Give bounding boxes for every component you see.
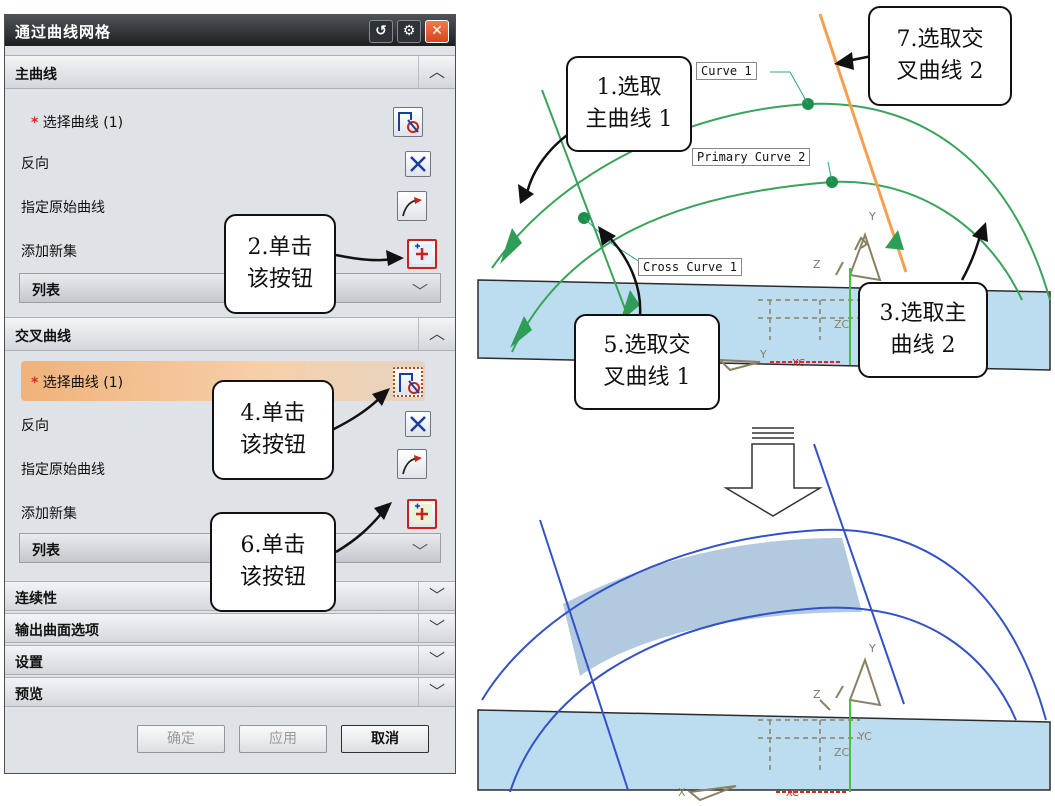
callout-step-7: 7.选取交 叉曲线 2 — [868, 6, 1012, 106]
callout-step-2: 2.单击 该按钮 — [224, 214, 336, 314]
axis-label-yc: YC — [857, 730, 872, 743]
axis-label-y: Y — [868, 642, 876, 655]
callout-step-6: 6.单击 该按钮 — [210, 512, 336, 612]
base-plane-bottom — [477, 709, 1051, 791]
axis-label-x: X — [678, 786, 686, 799]
callout-step-3: 3.选取主 曲线 2 — [858, 282, 988, 378]
axis-label-y: Y — [868, 210, 876, 223]
down-arrow-icon — [723, 427, 823, 517]
cad-viewport: Y Z ZC Y XC Y Z YC ZC X XC — [331, 13, 1051, 802]
primary-curve-2-tag: Primary Curve 2 — [692, 148, 811, 166]
axis-label-y-lower: Y — [759, 348, 767, 361]
axis-label-xc: XC — [792, 358, 805, 369]
callout-step-1: 1.选取 主曲线 1 — [566, 56, 692, 152]
axis-label-zc: ZC — [834, 318, 850, 331]
callout-step-5: 5.选取交 叉曲线 1 — [574, 314, 720, 410]
axis-label-z: Z — [813, 258, 821, 271]
result-surface — [563, 538, 862, 676]
cross-curve-1-tag: Cross Curve 1 — [638, 258, 742, 276]
axis-label-xc: XC — [786, 788, 799, 799]
callout-step-4: 4.单击 该按钮 — [212, 380, 334, 480]
curve-1-tag: Curve 1 — [696, 62, 757, 80]
axis-label-z: Z — [813, 688, 821, 701]
axis-label-zc: ZC — [834, 746, 850, 759]
